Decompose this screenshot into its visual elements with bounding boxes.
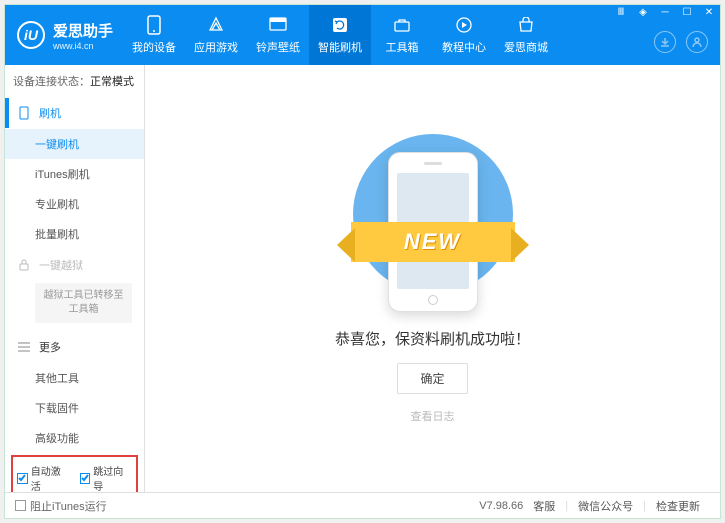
phone-icon xyxy=(17,106,31,120)
nav-ringtone[interactable]: 铃声壁纸 xyxy=(247,5,309,65)
flash-icon xyxy=(330,15,350,35)
sidebar-section-flash[interactable]: 刷机 xyxy=(5,97,144,129)
store-icon xyxy=(516,15,536,35)
sidebar-item-other-tools[interactable]: 其他工具 xyxy=(5,363,144,393)
main-nav: 我的设备 应用游戏 铃声壁纸 智能刷机 工具箱 教程中心 爱思商城 xyxy=(123,5,557,65)
footer-update[interactable]: 检查更新 xyxy=(646,498,710,514)
sidebar-item-advanced[interactable]: 高级功能 xyxy=(5,423,144,453)
sidebar-item-oneclick-flash[interactable]: 一键刷机 xyxy=(5,129,144,159)
tutorial-icon xyxy=(454,15,474,35)
download-button[interactable] xyxy=(654,31,676,53)
checkbox-block-itunes[interactable]: 阻止iTunes运行 xyxy=(15,498,107,514)
close-button[interactable]: ✕ xyxy=(702,7,716,18)
jailbreak-note: 越狱工具已转移至工具箱 xyxy=(35,283,132,323)
minimize-button[interactable]: ─ xyxy=(658,7,672,18)
more-icon xyxy=(17,340,31,354)
titlebar: iU 爱思助手 www.i4.cn 我的设备 应用游戏 铃声壁纸 智能刷机 工具… xyxy=(5,5,720,65)
sidebar-item-batch-flash[interactable]: 批量刷机 xyxy=(5,219,144,249)
version-label: V7.98.66 xyxy=(479,500,523,512)
sidebar-section-more[interactable]: 更多 xyxy=(5,331,144,363)
wallpaper-icon xyxy=(268,15,288,35)
nav-tutorial[interactable]: 教程中心 xyxy=(433,5,495,65)
checkbox-auto-activate[interactable]: 自动激活 xyxy=(17,463,70,492)
user-button[interactable] xyxy=(686,31,708,53)
nav-apps[interactable]: 应用游戏 xyxy=(185,5,247,65)
user-controls xyxy=(654,31,708,53)
sidebar-item-itunes-flash[interactable]: iTunes刷机 xyxy=(5,159,144,189)
menu-icon[interactable]: Ⅲ xyxy=(614,7,628,18)
body: 设备连接状态：正常模式 刷机 一键刷机 iTunes刷机 专业刷机 批量刷机 一… xyxy=(5,65,720,492)
nav-store[interactable]: 爱思商城 xyxy=(495,5,557,65)
confirm-button[interactable]: 确定 xyxy=(397,363,467,394)
toolbox-icon xyxy=(392,15,412,35)
active-indicator xyxy=(5,98,9,128)
nav-my-device[interactable]: 我的设备 xyxy=(123,5,185,65)
footer: 阻止iTunes运行 V7.98.66 客服 | 微信公众号 | 检查更新 xyxy=(5,492,720,518)
main-content: NEW 恭喜您，保资料刷机成功啦！ 确定 查看日志 xyxy=(145,65,720,492)
success-illustration: NEW xyxy=(363,134,503,314)
app-title: 爱思助手 xyxy=(53,20,113,41)
sidebar: 设备连接状态：正常模式 刷机 一键刷机 iTunes刷机 专业刷机 批量刷机 一… xyxy=(5,65,145,492)
app-url: www.i4.cn xyxy=(53,41,113,51)
footer-service[interactable]: 客服 xyxy=(523,498,565,514)
sidebar-item-pro-flash[interactable]: 专业刷机 xyxy=(5,189,144,219)
sidebar-item-firmware[interactable]: 下载固件 xyxy=(5,393,144,423)
lock-icon xyxy=(17,258,31,272)
app-window: iU 爱思助手 www.i4.cn 我的设备 应用游戏 铃声壁纸 智能刷机 工具… xyxy=(4,4,721,519)
connection-status: 设备连接状态：正常模式 xyxy=(5,65,144,97)
logo: iU 爱思助手 www.i4.cn xyxy=(5,20,113,51)
view-log-link[interactable]: 查看日志 xyxy=(411,408,455,424)
phone-icon xyxy=(144,15,164,35)
skin-icon[interactable]: ◈ xyxy=(636,7,650,18)
success-message: 恭喜您，保资料刷机成功啦！ xyxy=(335,328,530,349)
sidebar-section-jailbreak[interactable]: 一键越狱 xyxy=(5,249,144,281)
maximize-button[interactable]: ☐ xyxy=(680,7,694,18)
logo-icon: iU xyxy=(17,21,45,49)
window-controls: Ⅲ ◈ ─ ☐ ✕ xyxy=(614,7,716,18)
nav-flash[interactable]: 智能刷机 xyxy=(309,5,371,65)
nav-toolbox[interactable]: 工具箱 xyxy=(371,5,433,65)
checkbox-skip-wizard[interactable]: 跳过向导 xyxy=(80,463,133,492)
new-banner-text: NEW xyxy=(404,229,461,255)
checkbox-highlight-area: 自动激活 跳过向导 xyxy=(11,455,138,492)
apps-icon xyxy=(206,15,226,35)
footer-wechat[interactable]: 微信公众号 xyxy=(568,498,643,514)
